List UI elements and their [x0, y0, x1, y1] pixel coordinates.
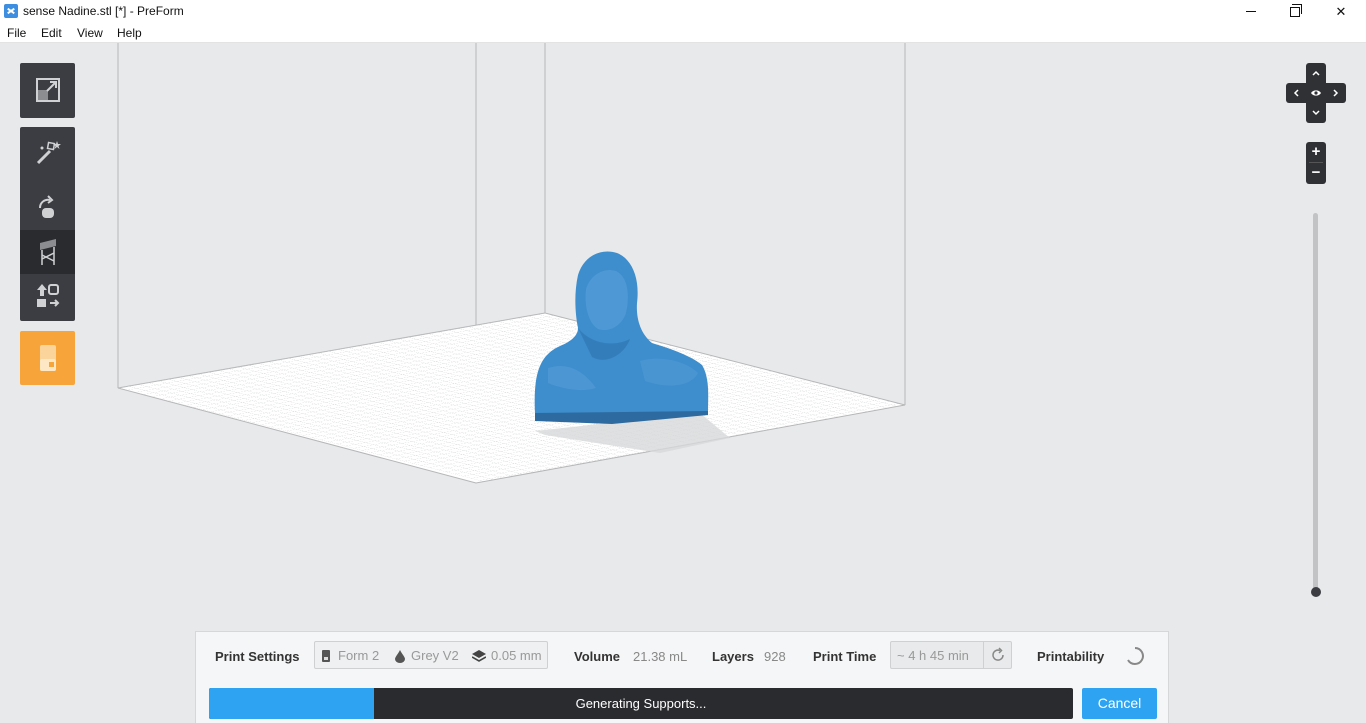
layout-button[interactable] [20, 274, 75, 318]
expand-icon [35, 78, 60, 102]
title-bar: sense Nadine.stl [*] - PreForm ✕ [0, 0, 1366, 23]
layer-slider-track[interactable] [1313, 213, 1318, 591]
progress-bar: Generating Supports... [209, 688, 1073, 719]
chevron-up-icon [1312, 70, 1320, 76]
orientation-button[interactable] [20, 186, 75, 230]
fit-view-button[interactable] [20, 68, 75, 112]
restore-icon [1290, 3, 1302, 17]
job-setup-button[interactable] [20, 331, 75, 385]
menu-file[interactable]: File [7, 26, 26, 40]
printer-model: Form 2 [338, 648, 380, 663]
resin-drop-icon [395, 650, 405, 663]
cancel-button[interactable]: Cancel [1082, 688, 1157, 719]
volume-value: 21.38 mL [633, 649, 688, 664]
view-navigation-pad [1286, 63, 1346, 123]
menu-edit[interactable]: Edit [41, 26, 62, 40]
one-click-print-button[interactable] [20, 130, 75, 174]
layout-icon [36, 284, 59, 307]
printer-icon [39, 345, 56, 371]
rotate-left-button[interactable] [1286, 83, 1306, 103]
print-settings-box[interactable]: Form 2 Grey V2 0.05 mm [314, 641, 548, 669]
volume-label: Volume [574, 649, 620, 664]
chevron-left-icon [1293, 89, 1299, 97]
layer-slider-thumb[interactable] [1311, 587, 1321, 597]
tools-group [20, 127, 75, 321]
rotate-right-button[interactable] [1326, 83, 1346, 103]
fit-view-group [20, 63, 75, 118]
supports-button[interactable] [20, 230, 75, 274]
print-time-value: ~ 4 h 45 min [897, 648, 969, 663]
menu-view[interactable]: View [77, 26, 103, 40]
chevron-right-icon [1333, 89, 1339, 97]
zoom-controls: + − [1306, 142, 1326, 184]
minimize-button[interactable] [1228, 0, 1274, 23]
reset-view-button[interactable] [1306, 83, 1326, 103]
supports-icon [39, 239, 56, 265]
menu-bar: File Edit View Help [0, 23, 1366, 43]
print-time-label: Print Time [813, 649, 877, 664]
close-button[interactable]: ✕ [1318, 0, 1364, 23]
rotate-up-button[interactable] [1306, 63, 1326, 83]
preform-app-icon [4, 4, 18, 18]
maximize-button[interactable] [1272, 0, 1318, 23]
print-time-box: ~ 4 h 45 min [890, 641, 1012, 669]
window-title: sense Nadine.stl [*] - PreForm [23, 4, 184, 18]
layer-height: 0.05 mm [491, 648, 542, 663]
magic-wand-icon [36, 141, 61, 165]
build-volume-scene [117, 43, 906, 484]
eye-icon [1311, 90, 1321, 96]
layers-value: 928 [764, 649, 786, 664]
chevron-down-icon [1312, 110, 1320, 116]
zoom-out-button[interactable]: − [1306, 163, 1326, 183]
rotate-down-button[interactable] [1306, 103, 1326, 123]
layers-icon [472, 650, 486, 662]
zoom-in-button[interactable]: + [1306, 142, 1326, 162]
3d-viewport[interactable]: + − [0, 43, 1366, 723]
print-settings-label: Print Settings [215, 649, 300, 664]
layers-label: Layers [712, 649, 754, 664]
material-name: Grey V2 [411, 648, 459, 663]
menu-help[interactable]: Help [117, 26, 142, 40]
loading-spinner-icon [1127, 647, 1144, 665]
print-status-panel: Print Settings Form 2 Grey V2 0.05 mm Vo… [195, 631, 1169, 723]
rotate-icon [38, 195, 54, 218]
progress-text: Generating Supports... [575, 696, 707, 711]
printer-small-icon [322, 650, 330, 662]
printability-label: Printability [1037, 649, 1105, 664]
minimize-icon [1246, 11, 1256, 12]
refresh-icon[interactable] [990, 647, 1006, 663]
